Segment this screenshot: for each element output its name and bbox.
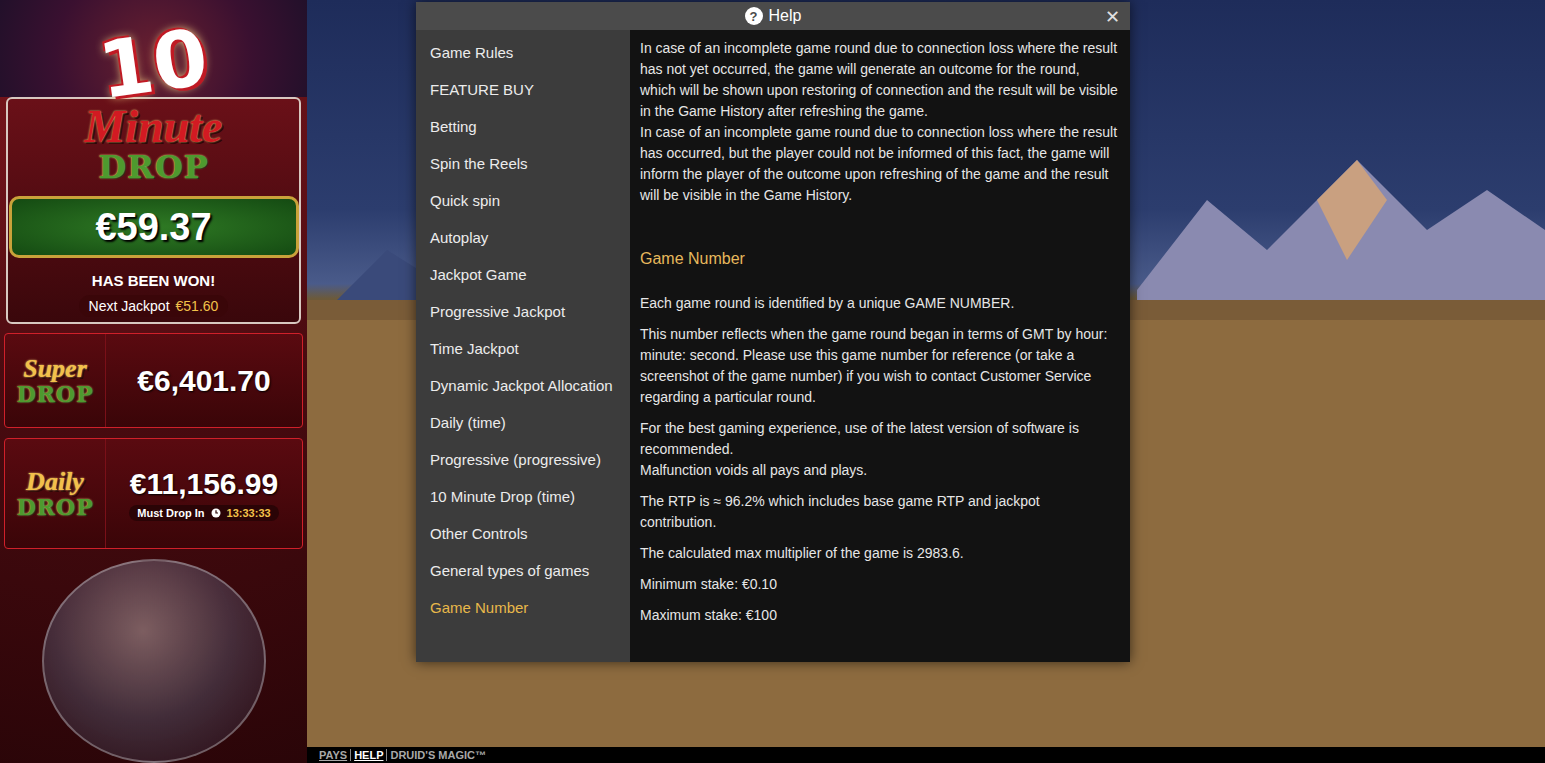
jackpot-amount: €6,401.70 xyxy=(137,364,270,398)
help-content: In case of an incomplete game round due … xyxy=(630,30,1130,662)
paragraph: Maximum stake: €100 xyxy=(640,605,1118,626)
snow-globe xyxy=(42,559,266,763)
menu-item[interactable]: Game Number xyxy=(416,589,630,626)
paragraph: This number reflects when the game round… xyxy=(640,324,1118,408)
logo-drop: DROP xyxy=(98,151,208,185)
jackpot-amount: €59.37 xyxy=(9,196,299,258)
jackpot-panel: 10MinuteDROP€59.37HAS BEEN WON!Next Jack… xyxy=(0,0,307,763)
help-dialog: ? Help ✕ Game RulesFEATURE BUYBettingSpin t… xyxy=(416,2,1130,662)
jackpot-status: HAS BEEN WON! xyxy=(92,272,215,289)
menu-item[interactable]: 10 Minute Drop (time) xyxy=(416,478,630,515)
dialog-title-bar: ? Help ✕ xyxy=(416,2,1130,30)
menu-item[interactable]: Other Controls xyxy=(416,515,630,552)
daily-drop-tile: DailyDROP €11,156.99 Must Drop In13:33:33 xyxy=(4,438,303,549)
paragraph: In case of an incomplete game round due … xyxy=(640,38,1118,206)
menu-item[interactable]: Autoplay xyxy=(416,219,630,256)
section-heading: Game Number xyxy=(640,248,1118,269)
ten-minute-drop-tile: MinuteDROP€59.37HAS BEEN WON!Next Jackpo… xyxy=(6,97,301,324)
super-drop-logo: SuperDROP xyxy=(5,334,106,427)
menu-item[interactable]: Dynamic Jackpot Allocation xyxy=(416,367,630,404)
bar-link[interactable]: PAYS xyxy=(316,749,351,761)
dialog-title: Help xyxy=(769,7,802,25)
help-menu: Game RulesFEATURE BUYBettingSpin the Ree… xyxy=(416,30,630,662)
paragraph: Each game round is identified by a uniqu… xyxy=(640,293,1118,314)
drop-timer: Must Drop In13:33:33 xyxy=(129,505,278,521)
menu-item[interactable]: Progressive (progressive) xyxy=(416,441,630,478)
next-jackpot: Next Jackpot€51.60 xyxy=(79,295,229,317)
jackpot-amount: €11,156.99 xyxy=(130,467,279,501)
menu-item[interactable]: Jackpot Game xyxy=(416,256,630,293)
logo-number: 10 xyxy=(94,17,212,109)
paragraph: The calculated max multiplier of the gam… xyxy=(640,543,1118,564)
ten-minute-logo: 10 xyxy=(0,0,307,97)
menu-item[interactable]: General types of games xyxy=(416,552,630,589)
help-icon: ? xyxy=(745,7,763,25)
bar-link[interactable]: HELP xyxy=(351,749,387,761)
paragraph: For the best gaming experience, use of t… xyxy=(640,418,1118,481)
daily-drop-logo: DailyDROP xyxy=(5,439,106,548)
game-scene: ? Help ✕ Game RulesFEATURE BUYBettingSpin t… xyxy=(307,0,1545,747)
menu-item[interactable]: Betting xyxy=(416,108,630,145)
menu-item[interactable]: Time Jackpot xyxy=(416,330,630,367)
paragraph: The RTP is ≈ 96.2% which includes base g… xyxy=(640,491,1118,533)
menu-item[interactable]: Game Rules xyxy=(416,34,630,71)
super-drop-tile: SuperDROP €6,401.70 xyxy=(4,333,303,428)
bottom-bar: PAYSHELPDRUID'S MAGIC™ xyxy=(307,747,1545,763)
menu-item[interactable]: FEATURE BUY xyxy=(416,71,630,108)
clock-icon xyxy=(211,508,221,518)
bar-link[interactable]: DRUID'S MAGIC™ xyxy=(387,749,489,761)
menu-item[interactable]: Quick spin xyxy=(416,182,630,219)
menu-item[interactable]: Progressive Jackpot xyxy=(416,293,630,330)
game-screen: 10MinuteDROP€59.37HAS BEEN WON!Next Jack… xyxy=(0,0,1545,763)
menu-item[interactable]: Daily (time) xyxy=(416,404,630,441)
menu-item[interactable]: Spin the Reels xyxy=(416,145,630,182)
paragraph: Minimum stake: €0.10 xyxy=(640,574,1118,595)
close-button[interactable]: ✕ xyxy=(1105,6,1120,28)
